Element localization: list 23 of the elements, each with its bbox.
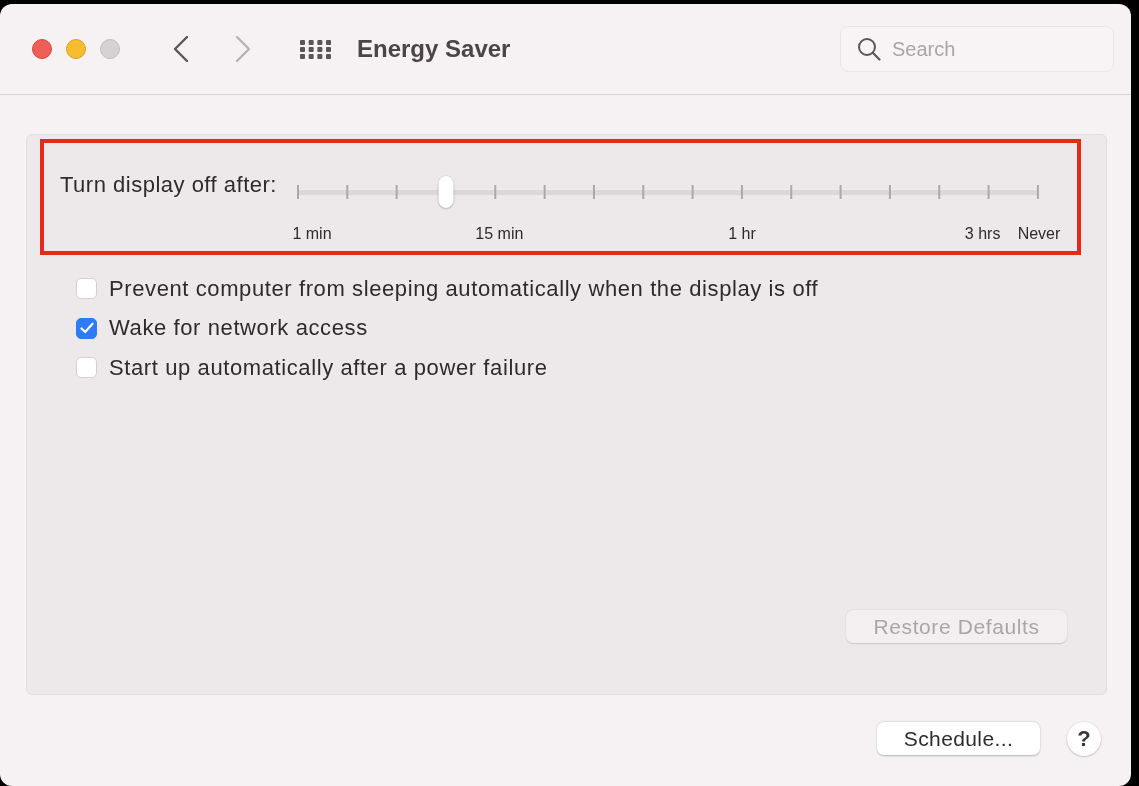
scale-label: 1 min (292, 225, 332, 243)
slider-label: Turn display off after: (60, 172, 278, 198)
slider-thumb[interactable] (438, 176, 454, 208)
checkbox-label: Start up automatically after a power failure (109, 354, 548, 381)
checkbox-label: Wake for network access (109, 315, 368, 342)
window-title: Energy Saver (357, 35, 511, 63)
scale-label: 1 hr (728, 225, 756, 243)
help-button[interactable]: ? (1067, 721, 1101, 756)
scale-label: Never (1017, 225, 1061, 243)
checkbox[interactable] (76, 317, 97, 339)
close-button[interactable] (32, 39, 52, 59)
grid-icon[interactable] (300, 39, 331, 59)
search-icon (857, 37, 881, 61)
scale-label: 3 hrs (964, 225, 1001, 243)
checkmark-icon (79, 322, 94, 335)
chevron-right-icon (234, 35, 252, 63)
chevron-left-icon (172, 35, 190, 63)
checkbox-label: Prevent computer from sleeping automatically when the display is off (109, 275, 819, 302)
scale-label: 15 min (475, 225, 524, 243)
schedule-button[interactable]: Schedule... (877, 722, 1040, 755)
back-button[interactable] (172, 35, 190, 63)
minimize-button[interactable] (66, 39, 86, 59)
search-field[interactable]: Search (840, 26, 1114, 72)
